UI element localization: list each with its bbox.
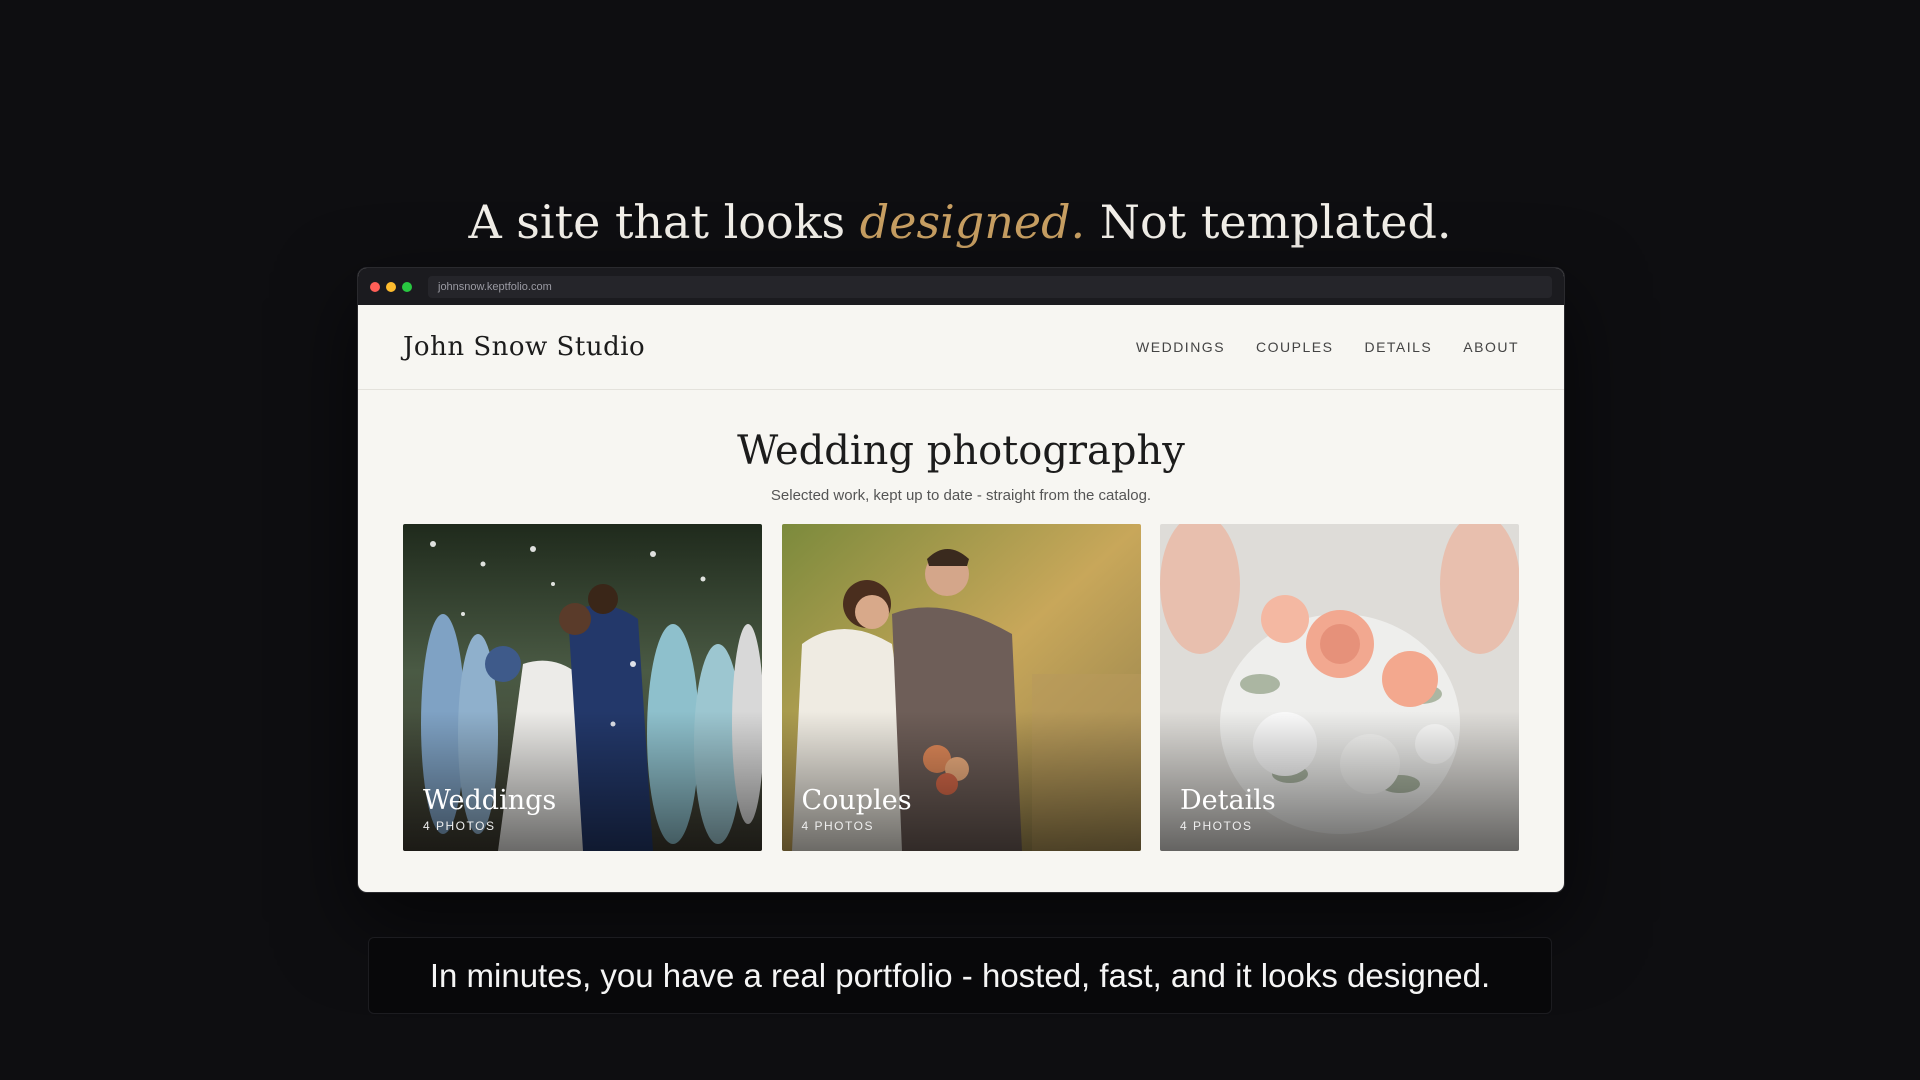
- nav-item-weddings[interactable]: WEDDINGS: [1136, 339, 1225, 355]
- site-nav: WEDDINGS COUPLES DETAILS ABOUT: [1136, 339, 1519, 355]
- caption-box: In minutes, you have a real portfolio - …: [368, 937, 1552, 1014]
- card-details[interactable]: Details 4 PHOTOS: [1160, 524, 1519, 851]
- site-header: John Snow Studio WEDDINGS COUPLES DETAIL…: [358, 305, 1564, 390]
- card-couples[interactable]: Couples 4 PHOTOS: [781, 524, 1141, 851]
- card-weddings[interactable]: Weddings 4 PHOTOS: [403, 524, 762, 851]
- page-heading: Wedding photography: [737, 428, 1185, 474]
- card-title: Weddings: [423, 785, 557, 816]
- site-main: Wedding photography Selected work, kept …: [358, 390, 1564, 851]
- site-title[interactable]: John Snow Studio: [403, 332, 645, 362]
- card-count: 4 PHOTOS: [1180, 819, 1253, 833]
- headline: A site that looks designed. Not template…: [0, 190, 1920, 254]
- nav-item-details[interactable]: DETAILS: [1364, 339, 1432, 355]
- browser-window: johnsnow.keptfolio.com John Snow Studio …: [357, 267, 1565, 893]
- headline-accent: designed.: [859, 195, 1086, 249]
- headline-before: A site that looks: [468, 195, 860, 249]
- nav-item-couples[interactable]: COUPLES: [1256, 339, 1333, 355]
- maximize-dot-icon[interactable]: [402, 281, 412, 292]
- nav-item-about[interactable]: ABOUT: [1463, 339, 1519, 355]
- url-bar[interactable]: johnsnow.keptfolio.com: [428, 275, 1552, 298]
- page-subheading: Selected work, kept up to date - straigh…: [770, 487, 1152, 504]
- browser-chrome: johnsnow.keptfolio.com: [358, 268, 1564, 305]
- card-count: 4 PHOTOS: [423, 819, 496, 833]
- card-label: Weddings 4 PHOTOS: [423, 785, 556, 833]
- minimize-dot-icon[interactable]: [386, 281, 396, 292]
- headline-after: Not templated.: [1085, 195, 1452, 249]
- gallery-cards: Weddings 4 PHOTOS Couples 4 PHOTOS Detai…: [358, 524, 1564, 851]
- card-label: Couples 4 PHOTOS: [802, 785, 912, 833]
- card-title: Details: [1180, 785, 1276, 816]
- stage: A site that looks designed. Not template…: [0, 0, 1920, 1080]
- card-label: Details 4 PHOTOS: [1180, 785, 1276, 833]
- card-title: Couples: [801, 785, 912, 816]
- caption-text: In minutes, you have a real portfolio - …: [429, 956, 1491, 994]
- close-dot-icon[interactable]: [370, 281, 380, 292]
- card-count: 4 PHOTOS: [801, 819, 874, 833]
